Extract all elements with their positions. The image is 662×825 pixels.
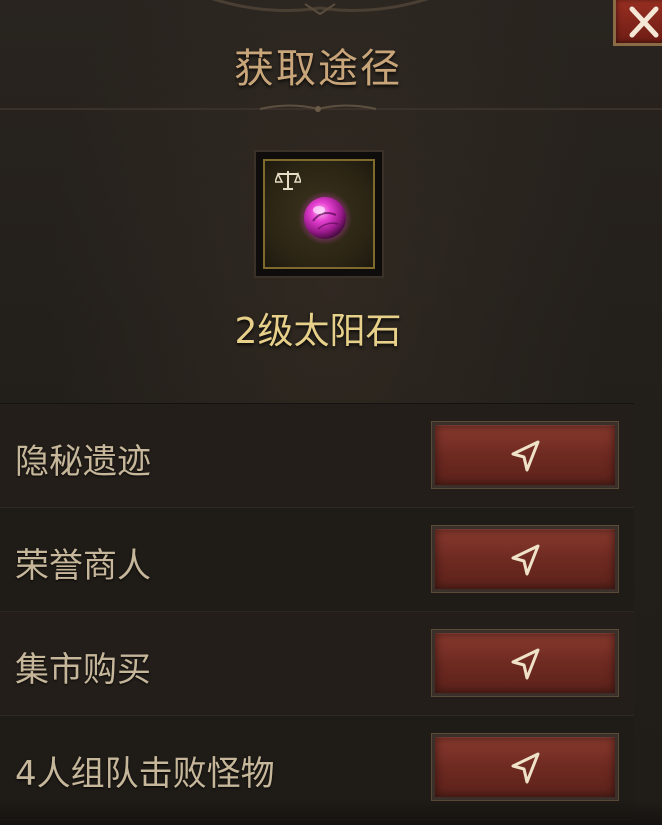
source-label: 隐秘遗迹 xyxy=(15,442,151,482)
source-row: 集市购买 xyxy=(0,612,634,716)
source-label: 荣誉商人 xyxy=(15,546,151,586)
source-row: 荣誉商人 xyxy=(0,508,634,612)
go-button[interactable] xyxy=(431,629,619,697)
navigate-arrow-icon xyxy=(511,544,540,576)
acquisition-dialog: 获取途径 2级太阳石 隐秘遗迹 荣誉商人 集市购买 4人组队击败怪物 xyxy=(0,0,662,825)
go-button[interactable] xyxy=(431,733,619,801)
go-button[interactable] xyxy=(431,421,619,489)
bottom-shade xyxy=(0,800,662,825)
item-slot xyxy=(254,150,384,278)
source-label: 集市购买 xyxy=(15,650,151,690)
top-ornament xyxy=(211,0,429,16)
item-name: 2级太阳石 xyxy=(234,311,402,352)
navigate-arrow-icon xyxy=(511,440,540,472)
item-slot-frame xyxy=(263,159,375,269)
source-row: 隐秘遗迹 xyxy=(0,404,634,508)
navigate-arrow-icon xyxy=(511,648,540,680)
source-list: 隐秘遗迹 荣誉商人 集市购买 4人组队击败怪物 xyxy=(0,403,634,825)
navigate-arrow-icon xyxy=(511,752,540,784)
go-button[interactable] xyxy=(431,525,619,593)
purple-gem-orb-icon xyxy=(298,191,352,245)
source-label: 4人组队击败怪物 xyxy=(15,754,275,794)
title-divider xyxy=(0,104,662,112)
dialog-title: 获取途径 xyxy=(234,46,402,92)
scale-icon xyxy=(275,171,301,190)
